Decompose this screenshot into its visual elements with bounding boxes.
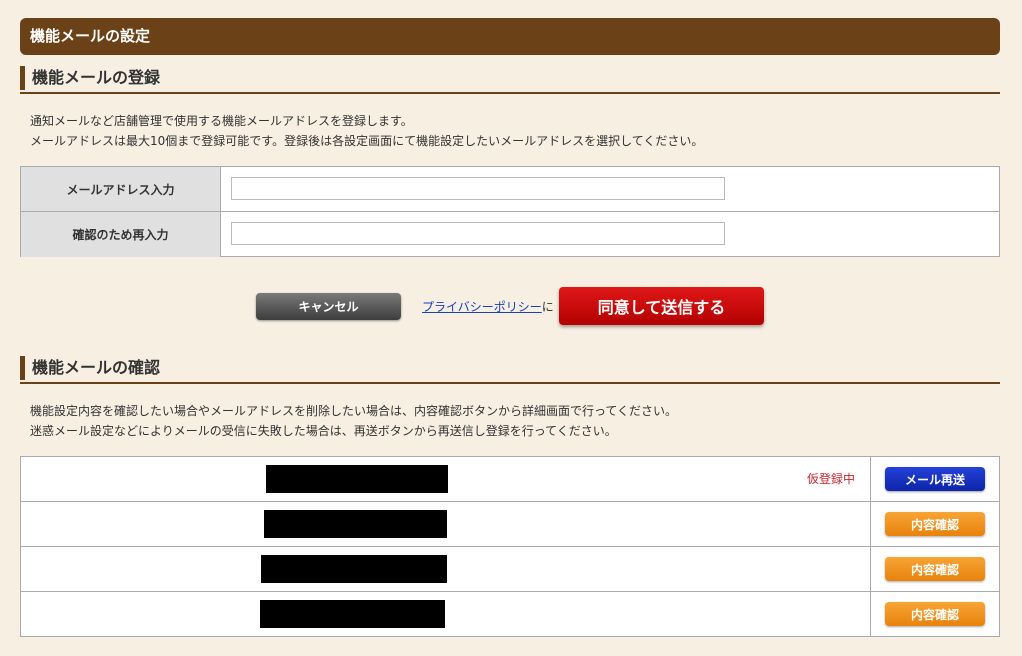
action-cell: メール再送 [870,457,1000,501]
cancel-button[interactable]: キャンセル [256,293,401,320]
confirm-section-title: 機能メールの確認 [20,356,1000,384]
email-confirm-field[interactable] [231,222,725,245]
email-list-table: 仮登録中 メール再送 内容確認 内容確認 内容確認 [20,456,1000,637]
view-details-button[interactable]: 内容確認 [885,557,985,581]
register-description: 通知メールなど店舗管理で使用する機能メールアドレスを登録します。 メールアドレス… [30,111,703,151]
privacy-notice: プライバシーポリシーに [422,298,554,315]
privacy-policy-link[interactable]: プライバシーポリシー [422,300,542,314]
redacted-email [264,510,447,538]
agree-and-submit-button[interactable]: 同意して送信する [559,287,764,325]
email-form-row: メールアドレス入力 [21,167,999,212]
confirm-desc-line-2: 迷惑メール設定などによりメールの受信に失敗した場合は、再送ボタンから再送信し登録… [30,424,617,438]
email-confirm-label: 確認のため再入力 [21,212,221,257]
register-desc-line-1: 通知メールなど店舗管理で使用する機能メールアドレスを登録します。 [30,114,413,128]
privacy-suffix: に [541,300,554,314]
view-details-button[interactable]: 内容確認 [885,512,985,536]
page-title: 機能メールの設定 [30,27,151,45]
confirm-title-text: 機能メールの確認 [32,358,161,377]
email-field-label: メールアドレス入力 [21,167,221,212]
redacted-email [260,600,445,628]
action-cell: 内容確認 [870,592,1000,636]
resend-mail-button[interactable]: メール再送 [885,467,985,491]
table-row: 内容確認 [21,501,999,546]
email-form-table: メールアドレス入力 確認のため再入力 [20,166,1000,257]
table-row: 仮登録中 メール再送 [21,457,999,501]
table-row: 内容確認 [21,546,999,591]
view-details-button[interactable]: 内容確認 [885,602,985,626]
register-desc-line-2: メールアドレスは最大10個まで登録可能です。登録後は各設定画面にて機能設定したい… [30,134,704,148]
title-accent-bar [20,66,25,90]
redacted-email [266,465,448,493]
page-header: 機能メールの設定 [20,18,1000,55]
confirm-desc-line-1: 機能設定内容を確認したい場合やメールアドレスを削除したい場合は、内容確認ボタンか… [30,404,678,418]
email-confirm-row: 確認のため再入力 [21,211,999,257]
redacted-email [261,555,447,583]
register-section-title: 機能メールの登録 [20,66,1000,94]
action-cell: 内容確認 [870,502,1000,546]
confirm-description: 機能設定内容を確認したい場合やメールアドレスを削除したい場合は、内容確認ボタンか… [30,401,677,441]
email-field[interactable] [231,177,725,200]
table-row: 内容確認 [21,591,999,636]
title-accent-bar [20,356,25,380]
action-cell: 内容確認 [870,547,1000,591]
register-title-text: 機能メールの登録 [32,68,161,87]
status-badge: 仮登録中 [807,472,856,486]
